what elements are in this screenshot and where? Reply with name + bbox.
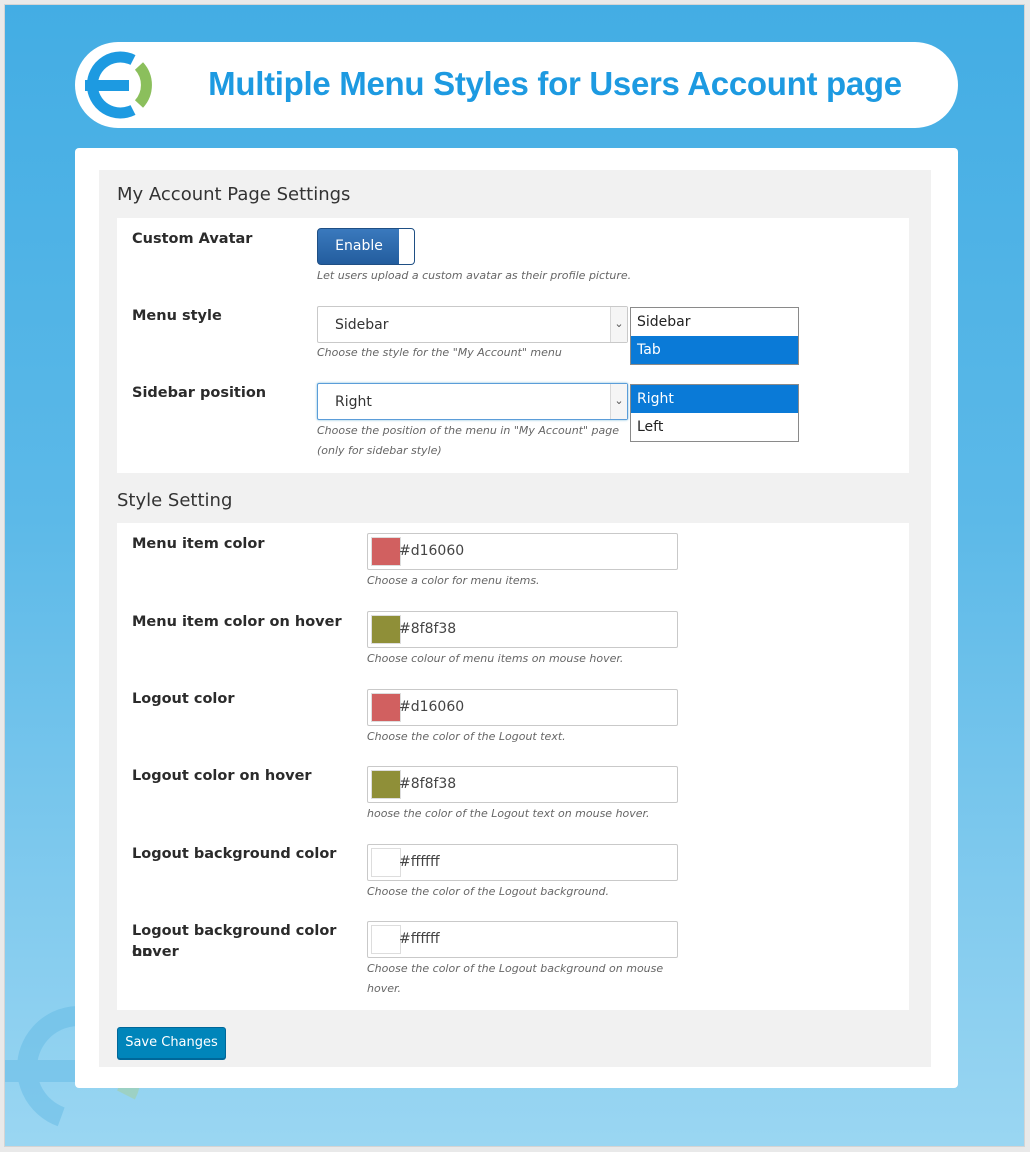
brand-logo-icon: [85, 51, 152, 119]
color-swatch[interactable]: [371, 615, 401, 644]
logout-color-description: Choose the color of the Logout text.: [367, 730, 566, 743]
menu-style-option-tab[interactable]: Tab: [631, 336, 798, 364]
sidebar-position-row: Sidebar position Right ⌄ Right Left Choo…: [117, 373, 909, 469]
menu-item-hover-color-label: Menu item color on hover: [132, 614, 342, 630]
toggle-knob: [399, 229, 414, 264]
style-settings-box: Menu item color #d16060 Choose a color f…: [117, 523, 909, 1010]
sidebar-position-option-left[interactable]: Left: [631, 413, 798, 441]
sidebar-position-option-right[interactable]: Right: [631, 385, 798, 413]
chevron-down-icon[interactable]: ⌄: [610, 384, 627, 419]
sidebar-position-description-line1: Choose the position of the menu in "My A…: [317, 424, 620, 437]
color-setting-row: Logout background color on hover #ffffff…: [117, 911, 909, 1009]
color-setting-row: Logout color #d16060 Choose the color of…: [117, 679, 909, 757]
custom-avatar-description: Let users upload a custom avatar as thei…: [317, 269, 632, 282]
menu-style-selected-value: Sidebar: [335, 317, 389, 333]
color-value: #8f8f38: [399, 776, 457, 792]
color-setting-row: Menu item color #d16060 Choose a color f…: [117, 523, 909, 601]
menu-item-color-description: Choose a color for menu items.: [367, 574, 540, 587]
logout-background-color-input[interactable]: #ffffff: [367, 844, 678, 881]
logout-hover-color-input[interactable]: #8f8f38: [367, 766, 678, 803]
settings-card: My Account Page Settings Custom Avatar E…: [75, 148, 958, 1088]
page-background: Multiple Menu Styles for Users Account p…: [4, 4, 1025, 1147]
sidebar-position-options: Right Left: [630, 384, 799, 442]
logout-background-color-description: Choose the color of the Logout backgroun…: [367, 885, 610, 898]
sidebar-position-select[interactable]: Right ⌄: [317, 383, 628, 420]
sidebar-position-selected-value: Right: [335, 394, 372, 410]
section-title-style: Style Setting: [117, 490, 233, 511]
save-changes-button[interactable]: Save Changes: [117, 1027, 226, 1059]
menu-style-description: Choose the style for the "My Account" me…: [317, 346, 562, 359]
color-value: #d16060: [399, 543, 465, 559]
color-setting-row: Logout color on hover #8f8f38 hoose the …: [117, 756, 909, 834]
logout-background-hover-color-input[interactable]: #ffffff: [367, 921, 678, 958]
logout-color-label: Logout color: [132, 691, 235, 707]
color-swatch[interactable]: [371, 925, 401, 954]
color-swatch[interactable]: [371, 770, 401, 799]
chevron-down-icon[interactable]: ⌄: [610, 307, 627, 342]
menu-item-hover-color-description: Choose colour of menu items on mouse hov…: [367, 652, 624, 665]
section-title-account: My Account Page Settings: [117, 184, 351, 205]
menu-item-hover-color-input[interactable]: #8f8f38: [367, 611, 678, 648]
account-settings-box: Custom Avatar Enable Let users upload a …: [117, 218, 909, 473]
menu-item-color-input[interactable]: #d16060: [367, 533, 678, 570]
settings-panel: My Account Page Settings Custom Avatar E…: [99, 170, 931, 1067]
color-value: #8f8f38: [399, 621, 457, 637]
menu-style-options: Sidebar Tab: [630, 307, 799, 365]
logout-hover-color-description: hoose the color of the Logout text on mo…: [367, 807, 650, 820]
color-swatch[interactable]: [371, 537, 401, 566]
menu-item-color-label: Menu item color: [132, 536, 265, 552]
logout-color-input[interactable]: #d16060: [367, 689, 678, 726]
menu-style-select[interactable]: Sidebar ⌄: [317, 306, 628, 343]
custom-avatar-toggle[interactable]: Enable: [317, 228, 415, 265]
header-banner: Multiple Menu Styles for Users Account p…: [75, 42, 958, 128]
menu-style-row: Menu style Sidebar ⌄ Sidebar Tab Choose …: [117, 296, 909, 374]
color-value: #ffffff: [399, 931, 440, 947]
color-swatch[interactable]: [371, 693, 401, 722]
color-setting-row: Logout background color #ffffff Choose t…: [117, 834, 909, 912]
logout-background-hover-color-description-line2: hover.: [367, 982, 401, 995]
custom-avatar-row: Custom Avatar Enable Let users upload a …: [117, 218, 909, 288]
page-heading: Multiple Menu Styles for Users Account p…: [208, 65, 902, 102]
toggle-label: Enable: [335, 238, 383, 254]
color-value: #d16060: [399, 699, 465, 715]
color-setting-row: Menu item color on hover #8f8f38 Choose …: [117, 601, 909, 679]
menu-style-option-sidebar[interactable]: Sidebar: [631, 308, 798, 336]
logout-background-color-label: Logout background color: [132, 846, 337, 862]
logout-background-hover-color-label-line2: hover: [132, 944, 179, 960]
color-value: #ffffff: [399, 854, 440, 870]
sidebar-position-description-line2: (only for sidebar style): [317, 444, 442, 457]
logout-background-hover-color-description-line1: Choose the color of the Logout backgroun…: [367, 962, 664, 975]
logout-hover-color-label: Logout color on hover: [132, 768, 312, 784]
color-swatch[interactable]: [371, 848, 401, 877]
